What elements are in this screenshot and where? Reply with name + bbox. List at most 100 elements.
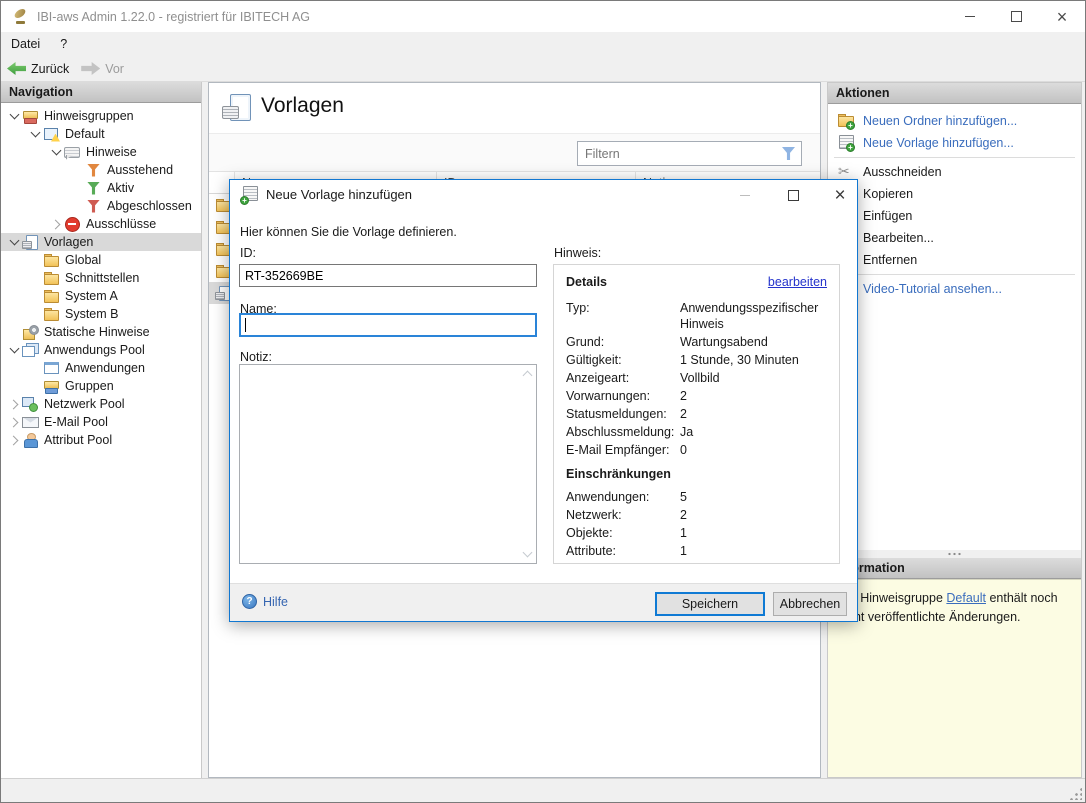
detail-row: Vorwarnungen:2 xyxy=(566,388,827,404)
window-icon xyxy=(43,360,60,377)
chevron-spacer xyxy=(28,287,43,305)
filter-input[interactable] xyxy=(578,147,780,161)
menu-help[interactable]: ? xyxy=(50,32,77,56)
notiz-field[interactable] xyxy=(239,364,537,564)
tree-item-ausschluesse[interactable]: Ausschlüsse xyxy=(1,215,201,233)
tree-item-vorlagen[interactable]: Vorlagen xyxy=(1,233,201,251)
save-button[interactable]: Speichern xyxy=(655,592,765,616)
panel-splitter[interactable] xyxy=(828,550,1081,558)
help-icon: ? xyxy=(242,594,257,609)
tree-item-anwendungen[interactable]: Anwendungen xyxy=(1,359,201,377)
splitter-dots-icon xyxy=(947,552,963,556)
folder-plus-icon: + xyxy=(837,113,855,129)
monitor-warning-icon xyxy=(43,126,60,143)
resize-grip[interactable] xyxy=(1069,787,1082,800)
dialog-close-icon[interactable] xyxy=(824,180,856,210)
document-plus-icon: + xyxy=(240,186,258,203)
back-arrow-icon xyxy=(7,62,26,75)
tree-item-ausstehend[interactable]: Ausstehend xyxy=(1,161,201,179)
action-copy[interactable]: Kopieren xyxy=(828,183,1081,205)
chevron-down-icon[interactable] xyxy=(49,143,64,161)
chevron-down-icon[interactable] xyxy=(7,107,22,125)
chevron-down-icon[interactable] xyxy=(28,125,43,143)
tree-item-anwendungs-pool[interactable]: Anwendungs Pool xyxy=(1,341,201,359)
detail-row: E-Mail Empfänger:0 xyxy=(566,442,827,458)
id-label: ID: xyxy=(240,246,256,260)
action-remove[interactable]: Entfernen xyxy=(828,249,1081,271)
back-label: Zurück xyxy=(31,62,69,76)
chevron-spacer xyxy=(28,377,43,395)
action-new-template[interactable]: +Neue Vorlage hinzufügen... xyxy=(828,132,1081,154)
action-video-tutorial[interactable]: Video-Tutorial ansehen... xyxy=(828,278,1081,300)
action-edit[interactable]: Bearbeiten... xyxy=(828,227,1081,249)
action-paste[interactable]: Einfügen xyxy=(828,205,1081,227)
maximize-icon[interactable] xyxy=(993,1,1039,32)
chevron-spacer xyxy=(28,251,43,269)
separator xyxy=(834,274,1075,275)
default-link[interactable]: Default xyxy=(946,591,986,605)
tree-item-global[interactable]: Global xyxy=(1,251,201,269)
right-panel: Aktionen +Neuen Ordner hinzufügen... +Ne… xyxy=(827,82,1082,778)
document-plus-icon: + xyxy=(837,135,855,151)
chevron-spacer xyxy=(28,359,43,377)
cancel-button[interactable]: Abbrechen xyxy=(773,592,847,616)
chevron-right-icon[interactable] xyxy=(49,215,64,233)
tree-item-default[interactable]: Default xyxy=(1,125,201,143)
folder-icon xyxy=(43,270,60,287)
groups-stack-icon xyxy=(43,378,60,395)
detail-row: Statusmeldungen:2 xyxy=(566,406,827,422)
app-windows-icon xyxy=(22,342,39,359)
menu-datei[interactable]: Datei xyxy=(1,32,50,56)
app-icon xyxy=(12,8,29,25)
hinweis-label: Hinweis: xyxy=(554,246,601,260)
id-field[interactable] xyxy=(239,264,537,287)
action-new-folder[interactable]: +Neuen Ordner hinzufügen... xyxy=(828,110,1081,132)
chevron-right-icon[interactable] xyxy=(7,413,22,431)
tree-item-netzwerk-pool[interactable]: Netzwerk Pool xyxy=(1,395,201,413)
scroll-up-icon[interactable] xyxy=(520,367,534,381)
tree-item-system-b[interactable]: System B xyxy=(1,305,201,323)
back-button[interactable]: Zurück xyxy=(1,56,75,81)
tree-item-gruppen[interactable]: Gruppen xyxy=(1,377,201,395)
help-link[interactable]: ? Hilfe xyxy=(242,594,288,609)
tree-item-hinweisgruppen[interactable]: Hinweisgruppen xyxy=(1,107,201,125)
restriction-row: Netzwerk:2 xyxy=(566,507,827,523)
tree-item-email-pool[interactable]: E-Mail Pool xyxy=(1,413,201,431)
navigation-tree: Hinweisgruppen Default Hinweise Ausstehe… xyxy=(1,103,201,449)
tree-item-attribut-pool[interactable]: Attribut Pool xyxy=(1,431,201,449)
minimize-icon[interactable] xyxy=(947,1,993,32)
tree-item-aktiv[interactable]: Aktiv xyxy=(1,179,201,197)
action-cut[interactable]: Ausschneiden xyxy=(828,161,1081,183)
folder-icon xyxy=(43,306,60,323)
navigation-header: Navigation xyxy=(1,82,201,103)
funnel-red-icon xyxy=(85,198,102,215)
filter-funnel-icon[interactable] xyxy=(780,145,797,162)
dialog-maximize-icon[interactable] xyxy=(777,180,809,210)
dialog-minimize-icon xyxy=(729,180,761,210)
funnel-green-icon xyxy=(85,180,102,197)
menu-bar: Datei ? xyxy=(1,32,1085,56)
tree-item-hinweise[interactable]: Hinweise xyxy=(1,143,201,161)
dialog-title-bar: + Neue Vorlage hinzufügen xyxy=(230,180,857,210)
chevron-spacer xyxy=(70,197,85,215)
name-field[interactable] xyxy=(239,313,537,337)
chevron-right-icon[interactable] xyxy=(7,395,22,413)
chevron-down-icon[interactable] xyxy=(7,233,22,251)
restriction-row: Attribute:1 xyxy=(566,543,827,559)
close-icon[interactable] xyxy=(1039,1,1085,32)
page-title: Vorlagen xyxy=(261,94,344,118)
notiz-label: Notiz: xyxy=(240,350,272,364)
templates-icon xyxy=(22,234,39,251)
plus-badge: + xyxy=(240,196,249,205)
chevron-right-icon[interactable] xyxy=(7,431,22,449)
restriction-row: Objekte:1 xyxy=(566,525,827,541)
tree-item-statische-hinweise[interactable]: Statische Hinweise xyxy=(1,323,201,341)
notice-groups-icon xyxy=(22,108,39,125)
scroll-down-icon[interactable] xyxy=(520,547,534,561)
bearbeiten-link[interactable]: bearbeiten xyxy=(768,275,827,289)
chevron-down-icon[interactable] xyxy=(7,341,22,359)
tree-item-abgeschlossen[interactable]: Abgeschlossen xyxy=(1,197,201,215)
tree-item-schnittstellen[interactable]: Schnittstellen xyxy=(1,269,201,287)
filter-bar xyxy=(209,133,820,172)
tree-item-system-a[interactable]: System A xyxy=(1,287,201,305)
